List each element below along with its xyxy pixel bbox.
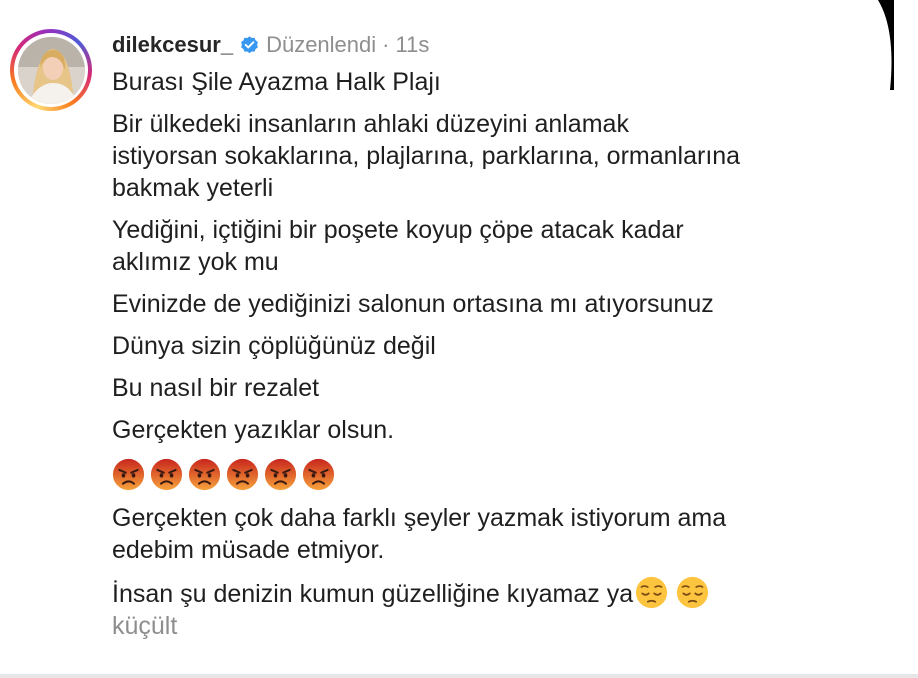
pensive-face-icon [677,576,709,609]
angry-face-icon [302,458,335,490]
angry-face-icon [150,458,183,490]
angry-face-icon [112,458,145,490]
caption-text: Burası Şile Ayazma Halk Plajı Bir ülkede… [112,66,882,610]
caption-line: Gerçekten yazıklar olsun. [112,416,395,444]
caption-line: Bu nasıl bir rezalet [112,374,320,402]
caption-line: İnsan şu denizin kumun güzelliğine kıyam… [112,576,882,610]
avatar[interactable] [17,36,85,104]
username-link[interactable]: dilekcesur_ [112,30,233,60]
angry-face-icon [226,458,259,490]
caption-line: edebim müsade etmiyor. [112,536,385,564]
caption-line: Burası Şile Ayazma Halk Plajı [112,68,441,96]
edited-label: Düzenlendi [266,32,377,57]
caption-line: Dünya sizin çöplüğünüz değil [112,332,436,360]
angry-emoji-row [112,456,882,492]
caption-line: Yediğini, içtiğini bir poşete koyup çöpe… [112,216,684,244]
profile-photo-icon [17,36,85,104]
collapse-link[interactable]: küçült [112,610,882,642]
post-timestamp[interactable]: 11s [395,30,429,60]
pensive-emoji-group [633,576,709,609]
avatar-story-ring[interactable] [10,29,92,111]
caption-line: aklımız yok mu [112,248,279,276]
separator-dot: · [382,32,390,57]
caption-line-text: İnsan şu denizin kumun güzelliğine kıyam… [112,580,634,608]
caption-line: Bir ülkedeki insanların ahlaki düzeyini … [112,110,629,138]
post-header: dilekcesur_ Düzenlendi · 11s [112,30,882,60]
angry-face-icon [264,458,297,490]
verified-badge-icon [241,35,258,53]
pensive-face-icon [636,576,668,609]
divider [0,674,918,678]
caption-line: Evinizde de yediğinizi salonun ortasına … [112,290,714,318]
caption-line: istiyorsan sokaklarına, plajlarına, park… [112,142,741,170]
angry-face-icon [188,458,221,490]
caption-line: Gerçekten çok daha farklı şeyler yazmak … [112,504,727,532]
post-caption-block: dilekcesur_ Düzenlendi · 11s Burası Şile… [112,30,882,642]
caption-line: bakmak yeterli [112,174,274,202]
